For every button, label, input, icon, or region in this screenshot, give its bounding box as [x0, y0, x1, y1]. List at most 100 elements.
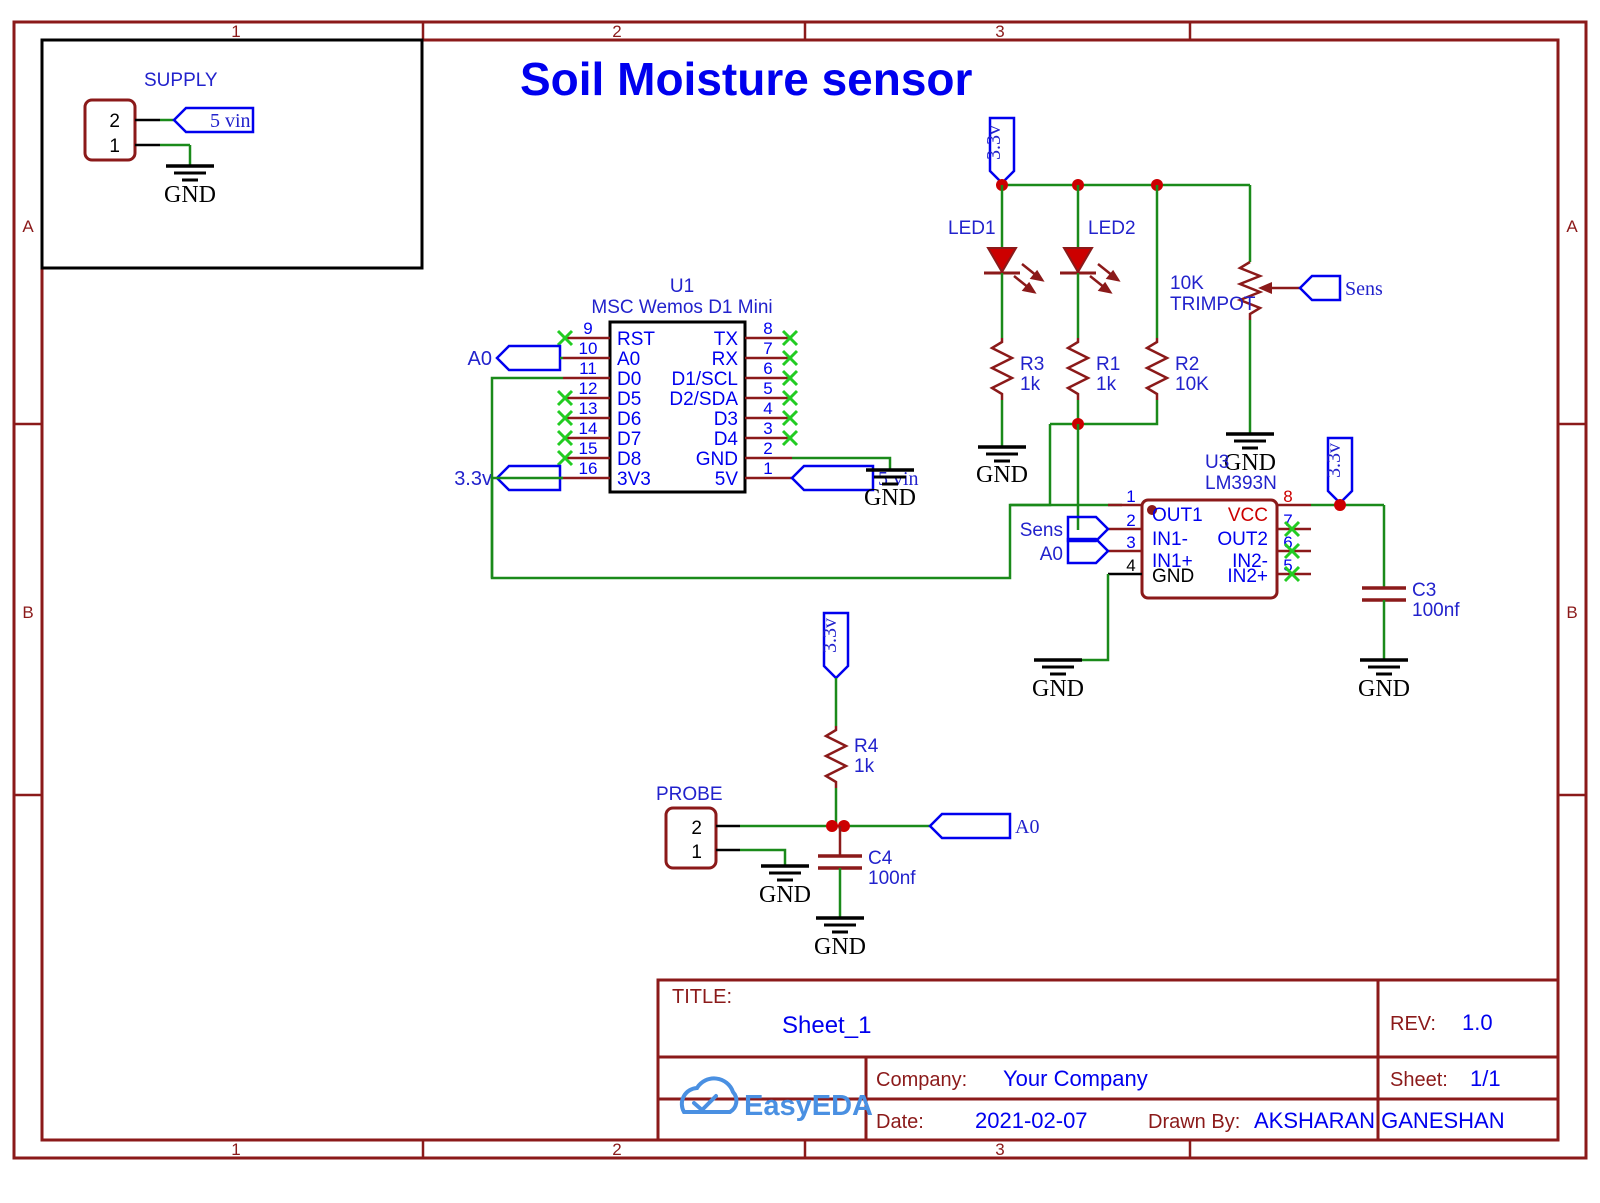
u3-port-a0[interactable]	[1066, 537, 1110, 565]
c4-value: 100nf	[868, 868, 916, 889]
zone-col-2-bottom: 2	[612, 1140, 621, 1159]
probe-pin-2-num: 2	[691, 818, 702, 839]
trimpot-value: 10K	[1170, 273, 1204, 294]
u1-right-pins: 8 TX 7 RX 6 D1/SCL 5 D2/SDA 4 D3 3 D4 2 …	[669, 319, 799, 490]
port-33v-led-rail-label: 3.3v	[983, 125, 1005, 160]
led2-symbol[interactable]	[1062, 247, 1094, 274]
u1-pin-num-5: 5	[763, 379, 772, 398]
c4-gnd-symbol	[816, 916, 864, 934]
zone-col-3: 3	[995, 22, 1004, 41]
probe-port-33v-label: 3.3v	[819, 618, 841, 653]
u1-pin-num-1: 1	[763, 459, 772, 478]
u3-port-a0-label: A0	[1040, 544, 1063, 565]
zone-row-a-right: A	[1566, 217, 1578, 236]
r4-value: 1k	[854, 756, 875, 777]
u1-pin-label-3v3: 3V3	[617, 469, 651, 490]
c3-value: 100nf	[1412, 600, 1460, 621]
u3-pin-num-4: 4	[1126, 556, 1135, 575]
sheet-label: Sheet:	[1390, 1069, 1448, 1091]
r3-symbol[interactable]	[989, 338, 1015, 400]
u3-group: U3 LM393N 1 OUT1 2 IN1- 3 IN1+ 4 GND 8 V…	[1020, 452, 1311, 702]
trimpot-group: 10K TRIMPOT Sens GND	[1170, 185, 1383, 476]
u1-pin-label-d5: D5	[617, 389, 641, 410]
r1-value: 1k	[1096, 374, 1117, 395]
u3-pin-num-8: 8	[1283, 487, 1292, 506]
u1-pin-label-d3: D3	[714, 409, 738, 430]
u1-port-a0[interactable]	[495, 344, 562, 372]
u1-pin-num-6: 6	[763, 359, 772, 378]
title-block: TITLE: Sheet_1 REV: 1.0 Company: Your Co…	[656, 978, 1560, 1142]
easyeda-logo-icon	[679, 1076, 739, 1114]
r3-value: 1k	[1020, 374, 1041, 395]
u1-port-a0-label: A0	[468, 348, 492, 370]
u1-pin-label-rx: RX	[712, 349, 739, 370]
page-title: Soil Moisture sensor	[520, 53, 973, 105]
u1-pin-num-3: 3	[763, 419, 772, 438]
r4-symbol[interactable]	[823, 726, 849, 788]
r1-symbol[interactable]	[1065, 338, 1091, 400]
junction-dot	[826, 820, 838, 832]
probe-port-a0-label: A0	[1015, 816, 1039, 838]
c4-gnd-label: GND	[814, 934, 866, 960]
led2-emission-icon	[1089, 263, 1121, 294]
u1-pin-label-d2sda: D2/SDA	[669, 389, 738, 410]
trimpot-wiper-icon	[1258, 282, 1300, 294]
c3-designator: C3	[1412, 580, 1436, 601]
u1-name: MSC Wemos D1 Mini	[591, 297, 772, 318]
zone-col-1: 1	[231, 22, 240, 41]
drawn-by-value: AKSHARAN GANESHAN	[1254, 1108, 1505, 1133]
u3-right-pins: 8 VCC 7 OUT2 6 IN2- 5 IN2+	[1217, 487, 1311, 587]
r3-designator: R3	[1020, 354, 1044, 375]
u1-pin-label-d1scl: D1/SCL	[671, 369, 738, 390]
u3-designator: U3	[1205, 452, 1229, 473]
u1-pin-label-d6: D6	[617, 409, 641, 430]
u1-pin-num-8: 8	[763, 319, 772, 338]
u1-port-5vin[interactable]	[790, 464, 875, 492]
u1-pin-label-d7: D7	[617, 429, 641, 450]
title-value: Sheet_1	[782, 1012, 871, 1039]
probe-gnd-symbol	[761, 864, 809, 882]
probe-gnd-label: GND	[759, 882, 811, 908]
r2-designator: R2	[1175, 354, 1199, 375]
u3-pin-label-vcc: VCC	[1228, 505, 1268, 526]
u3-gnd-label: GND	[1032, 676, 1084, 702]
u1-designator: U1	[670, 276, 694, 297]
zone-row-b-right: B	[1566, 603, 1577, 622]
schematic-sheet: 1 2 3 1 2 3 A B A B Soil Moisture sensor…	[0, 0, 1600, 1203]
r2-symbol[interactable]	[1144, 338, 1170, 400]
u3-pin-num-2: 2	[1126, 511, 1135, 530]
probe-port-a0[interactable]	[928, 812, 1012, 840]
u3-port-sens[interactable]	[1066, 515, 1110, 543]
u3-gnd-symbol	[1034, 658, 1082, 676]
u3-pin-label-out1: OUT1	[1152, 505, 1203, 526]
u3-pin-label-in2pos: IN2+	[1227, 566, 1268, 587]
u1-pin-num-12: 12	[579, 379, 598, 398]
r4-designator: R4	[854, 736, 879, 757]
date-label: Date:	[876, 1111, 924, 1133]
led1-symbol[interactable]	[986, 247, 1018, 274]
u1-pin-num-16: 16	[579, 459, 598, 478]
u3-left-pins: 1 OUT1 2 IN1- 3 IN1+ 4 GND	[1108, 487, 1203, 587]
title-label: TITLE:	[672, 986, 732, 1008]
led2-designator: LED2	[1088, 218, 1136, 239]
u3-pin-label-out2: OUT2	[1217, 529, 1268, 550]
led1-designator: LED1	[948, 218, 996, 239]
supply-pin-2-num: 2	[109, 111, 120, 132]
trimpot-port-sens-label: Sens	[1345, 278, 1383, 300]
led1-emission-icon	[1013, 263, 1045, 294]
r3-gnd-symbol	[978, 445, 1026, 463]
u1-pin-label-a0: A0	[617, 349, 640, 370]
u1-pin-num-14: 14	[579, 419, 598, 438]
u3-port-sens-label: Sens	[1020, 520, 1063, 541]
trimpot-port-sens[interactable]	[1298, 274, 1342, 302]
u3-pin-label-gnd: GND	[1152, 566, 1194, 587]
u1-pin-num-10: 10	[579, 339, 598, 358]
rev-value: 1.0	[1462, 1010, 1493, 1035]
u1-pin-num-13: 13	[579, 399, 598, 418]
probe-group: 3.3v R4 1k PROBE 2 1 GND A0 C4 100nf GND	[656, 611, 1039, 960]
u1-pin-num-4: 4	[763, 399, 772, 418]
power-rail-33v-top: 3.3v	[983, 116, 1250, 191]
trimpot-type: TRIMPOT	[1170, 294, 1256, 315]
probe-designator: PROBE	[656, 784, 723, 805]
supply-port-5vin-label: 5 vin	[210, 110, 251, 132]
